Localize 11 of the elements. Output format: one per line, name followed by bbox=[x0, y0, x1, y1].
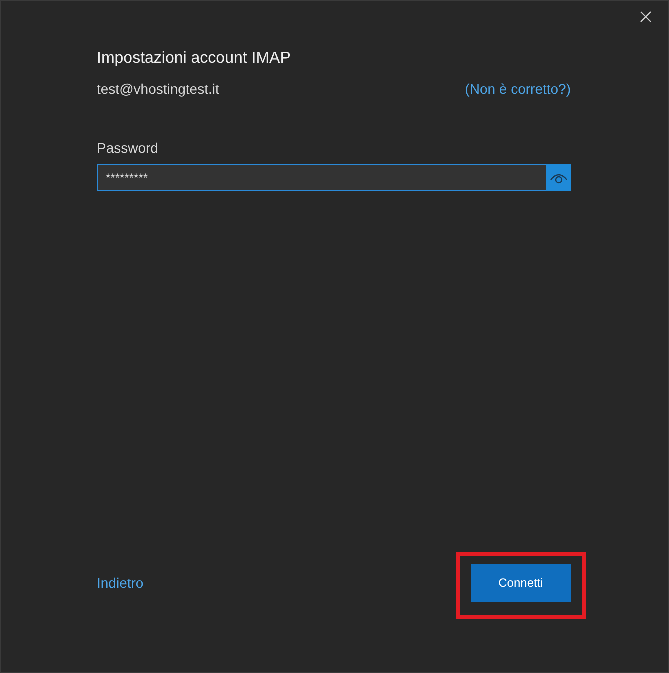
dialog-title: Impostazioni account IMAP bbox=[97, 49, 291, 69]
show-password-button[interactable] bbox=[546, 164, 571, 191]
close-icon bbox=[640, 11, 652, 23]
wrong-account-link[interactable]: (Non è corretto?) bbox=[465, 79, 571, 100]
eye-icon bbox=[550, 172, 568, 184]
password-label: Password bbox=[97, 139, 158, 158]
connect-button[interactable]: Connetti bbox=[471, 564, 571, 602]
email-address: test@vhostingtest.it bbox=[97, 80, 220, 99]
close-button[interactable] bbox=[638, 9, 654, 25]
back-link[interactable]: Indietro bbox=[97, 572, 144, 594]
password-field[interactable]: ********* bbox=[97, 164, 546, 191]
